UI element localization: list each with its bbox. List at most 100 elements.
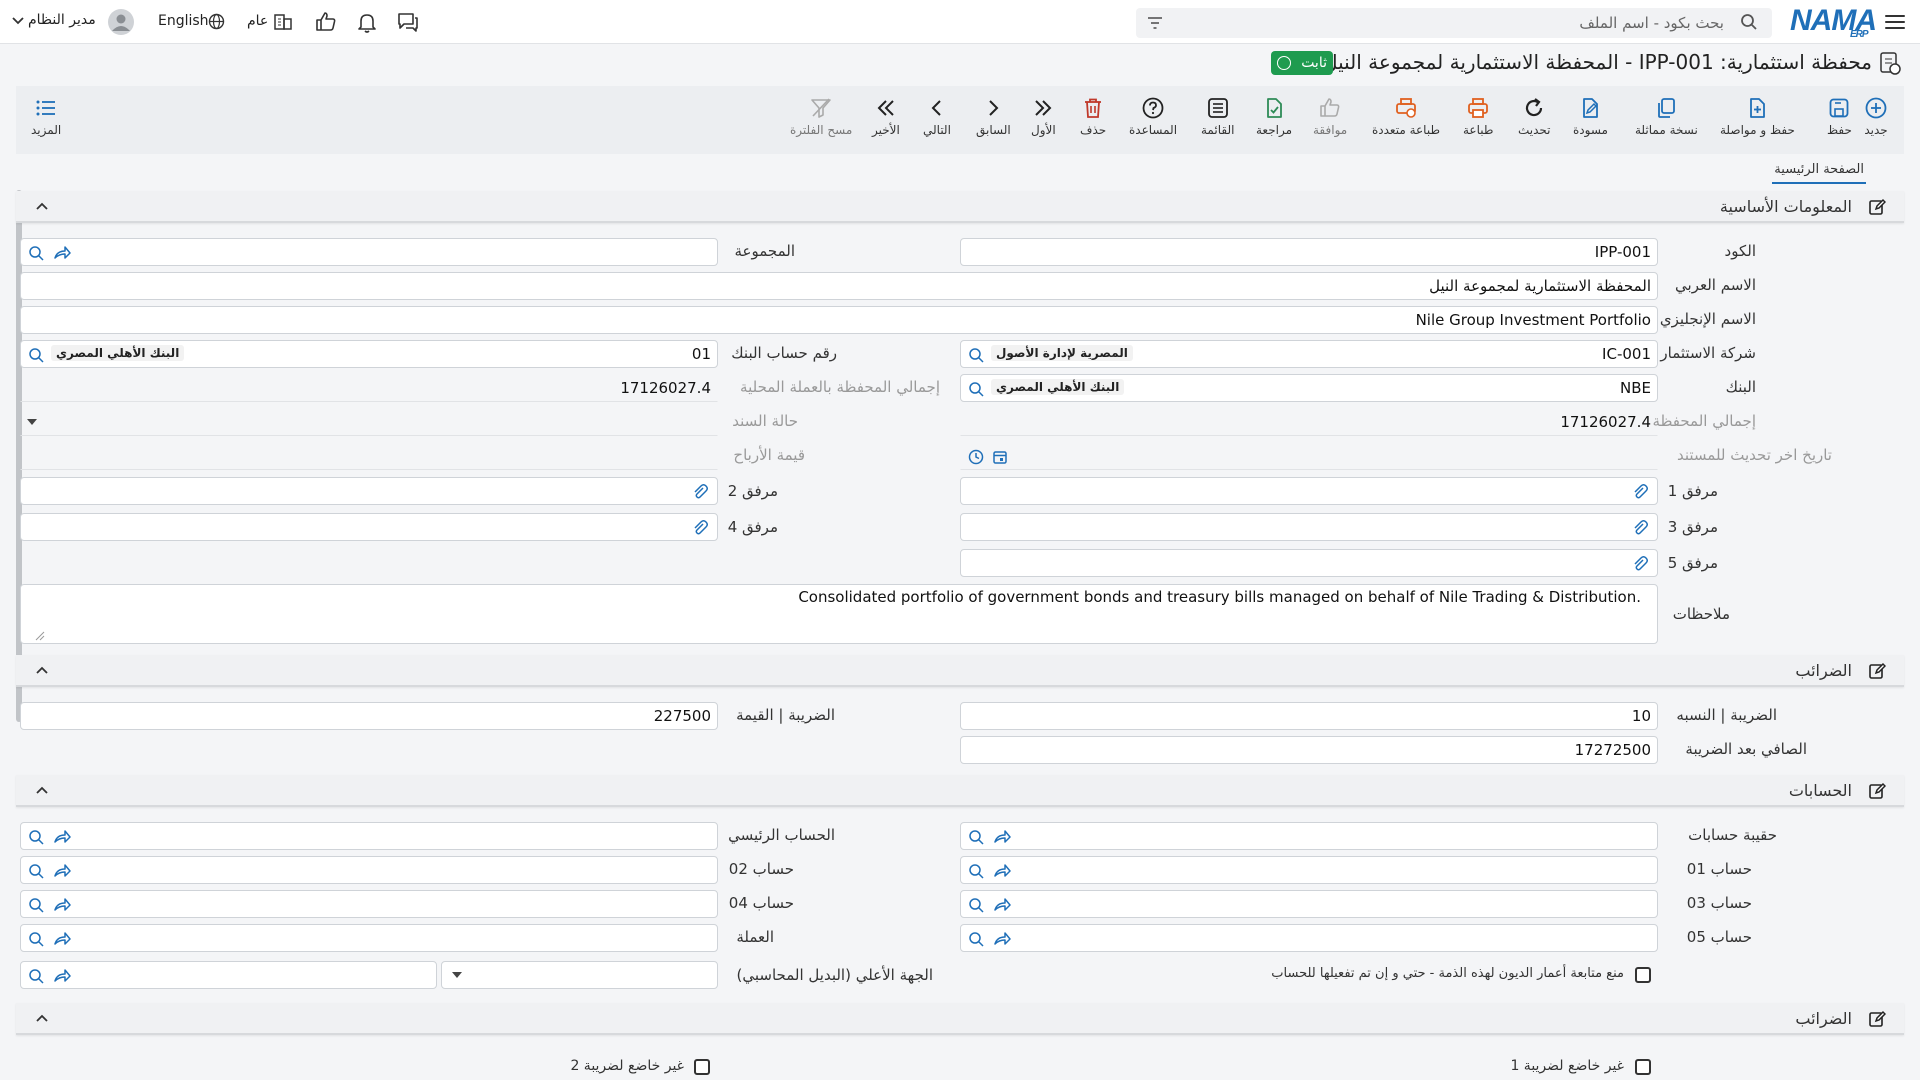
menu-icon[interactable] <box>1885 12 1905 32</box>
search-icon[interactable] <box>967 896 985 914</box>
main-account-field[interactable] <box>20 822 718 850</box>
search-icon[interactable] <box>27 828 45 846</box>
multi-print-button[interactable]: طباعة متعددة <box>1372 96 1440 137</box>
paperclip-icon[interactable] <box>691 483 709 501</box>
user-menu[interactable]: مدير النظام <box>12 9 137 35</box>
chevron-up-icon[interactable] <box>36 665 48 675</box>
paperclip-icon[interactable] <box>691 519 709 537</box>
attachment-5-field[interactable] <box>960 549 1658 577</box>
search-icon[interactable] <box>27 346 45 364</box>
save-continue-button[interactable]: حفظ و مواصلة <box>1720 96 1795 137</box>
brand-logo[interactable]: NAMA ERP <box>1790 4 1877 40</box>
bell-icon[interactable] <box>355 10 379 34</box>
clock-icon[interactable] <box>967 448 985 466</box>
share-icon[interactable] <box>53 896 71 914</box>
share-icon[interactable] <box>993 828 1011 846</box>
next-button[interactable]: التالي <box>923 96 951 137</box>
tax-rate-field[interactable]: 10 <box>960 702 1658 730</box>
account-05-field[interactable] <box>960 924 1658 952</box>
calendar-icon[interactable] <box>991 448 1009 466</box>
search-icon[interactable] <box>27 930 45 948</box>
parent-type-select[interactable] <box>441 961 718 989</box>
language-switch[interactable]: English <box>158 10 228 34</box>
list-button[interactable]: القائمة <box>1201 96 1234 137</box>
section-taxes2-header[interactable]: الضرائب <box>16 1003 1904 1035</box>
doc-status-select[interactable] <box>20 408 718 436</box>
account-04-field[interactable] <box>20 890 718 918</box>
first-button[interactable]: الأول <box>1031 96 1056 137</box>
chevron-up-icon[interactable] <box>36 785 48 795</box>
chevron-up-icon[interactable] <box>36 1013 48 1023</box>
search-icon[interactable] <box>27 967 45 985</box>
accounts-bag-field[interactable] <box>960 822 1658 850</box>
net-after-tax-field[interactable]: 17272500 <box>960 736 1658 764</box>
scope-switch[interactable]: عام <box>247 10 295 34</box>
review-button[interactable]: مراجعة <box>1256 96 1292 137</box>
search-icon[interactable] <box>967 828 985 846</box>
currency-field[interactable] <box>20 924 718 952</box>
account-03-field[interactable] <box>960 890 1658 918</box>
code-field[interactable]: IPP-001 <box>960 238 1658 266</box>
paperclip-icon[interactable] <box>1631 483 1649 501</box>
search-icon[interactable] <box>27 862 45 880</box>
help-button[interactable]: المساعدة <box>1129 96 1177 137</box>
search-icon[interactable] <box>967 346 985 364</box>
refresh-button[interactable]: تحديث <box>1518 96 1551 137</box>
notes-textarea[interactable]: Consolidated portfolio of government bon… <box>20 584 1658 644</box>
paperclip-icon[interactable] <box>1631 555 1649 573</box>
more-button[interactable]: المزيد <box>31 96 61 137</box>
draft-button[interactable]: مسودة <box>1573 96 1608 137</box>
new-button[interactable]: جديد <box>1864 96 1888 137</box>
parent-account-field[interactable] <box>20 961 437 989</box>
thumbs-up-icon[interactable] <box>314 10 338 34</box>
tab-main[interactable]: الصفحة الرئيسية <box>1772 162 1866 184</box>
duplicate-button[interactable]: نسخة مماثلة <box>1635 96 1698 137</box>
share-icon[interactable] <box>993 896 1011 914</box>
last-update-field[interactable] <box>960 442 1658 470</box>
delete-button[interactable]: حذف <box>1080 96 1106 137</box>
filter-icon[interactable] <box>1146 15 1164 31</box>
last-button[interactable]: الأخير <box>872 96 900 137</box>
tax-value-field[interactable]: 227500 <box>20 702 718 730</box>
resize-handle-icon[interactable] <box>35 631 45 641</box>
section-accounts-header[interactable]: الحسابات <box>16 775 1904 807</box>
section-taxes-header[interactable]: الضرائب <box>16 655 1904 687</box>
share-icon[interactable] <box>993 930 1011 948</box>
prev-button[interactable]: السابق <box>976 96 1011 137</box>
save-button[interactable]: حفظ <box>1827 96 1852 137</box>
exempt-tax-1-checkbox[interactable] <box>1635 1059 1651 1075</box>
chat-icon[interactable] <box>396 10 420 34</box>
prevent-aging-checkbox[interactable] <box>1635 967 1651 983</box>
global-search[interactable]: بحث بكود - اسم الملف <box>1136 8 1772 38</box>
english-name-field[interactable]: Nile Group Investment Portfolio <box>20 306 1658 334</box>
print-button[interactable]: طباعة <box>1463 96 1493 137</box>
exempt-tax-2-checkbox[interactable] <box>694 1059 710 1075</box>
search-icon[interactable] <box>967 862 985 880</box>
search-icon[interactable] <box>967 380 985 398</box>
bank-account-field[interactable]: 01 البنك الأهلي المصري <box>20 340 718 368</box>
search-icon[interactable] <box>967 930 985 948</box>
account-01-field[interactable] <box>960 856 1658 884</box>
group-field[interactable] <box>20 238 718 266</box>
share-icon[interactable] <box>53 967 71 985</box>
share-icon[interactable] <box>53 862 71 880</box>
attachment-3-field[interactable] <box>960 513 1658 541</box>
share-icon[interactable] <box>53 930 71 948</box>
approve-button[interactable]: موافقة <box>1313 96 1347 137</box>
attachment-2-field[interactable] <box>20 477 718 505</box>
chevron-up-icon[interactable] <box>36 201 48 211</box>
arabic-name-field[interactable]: المحفظة الاستثمارية لمجموعة النيل <box>20 272 1658 300</box>
share-icon[interactable] <box>53 244 71 262</box>
bank-field[interactable]: NBE البنك الأهلي المصري <box>960 374 1658 402</box>
section-basic-header[interactable]: المعلومات الأساسية <box>16 191 1904 223</box>
share-icon[interactable] <box>53 828 71 846</box>
attachment-4-field[interactable] <box>20 513 718 541</box>
paperclip-icon[interactable] <box>1631 519 1649 537</box>
share-icon[interactable] <box>993 862 1011 880</box>
search-icon[interactable] <box>27 896 45 914</box>
clear-filter-button[interactable]: مسح الفلترة <box>790 96 852 137</box>
search-refresh-icon[interactable] <box>27 244 45 262</box>
company-field[interactable]: IC-001 المصرية لإدارة الأصول <box>960 340 1658 368</box>
account-02-field[interactable] <box>20 856 718 884</box>
attachment-1-field[interactable] <box>960 477 1658 505</box>
